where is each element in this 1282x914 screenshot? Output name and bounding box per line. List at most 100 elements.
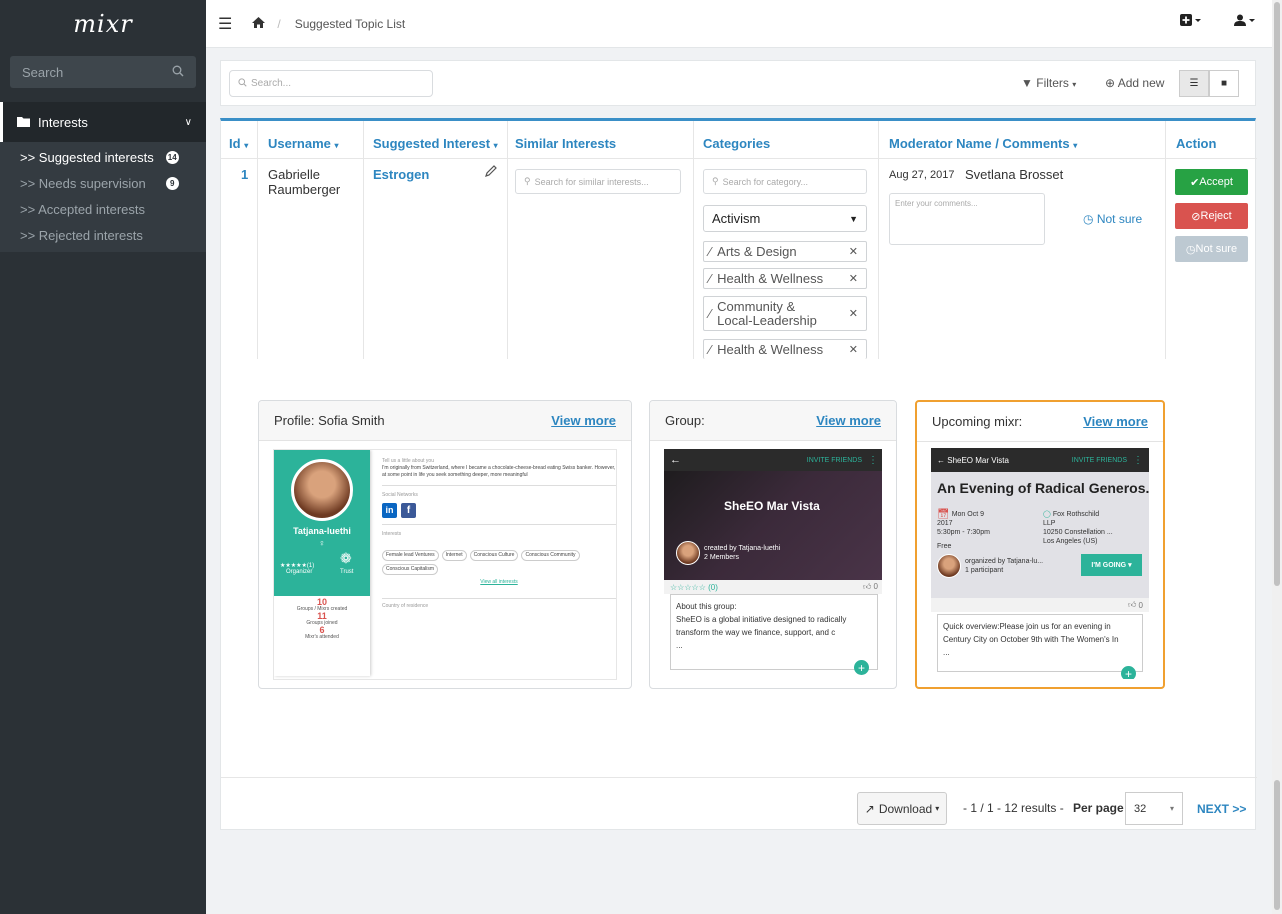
pencil-icon[interactable] — [485, 165, 497, 180]
per-page-select[interactable]: 32 ▾ — [1125, 792, 1183, 825]
calendar-icon: 📅︎ — [937, 509, 950, 520]
trust-label: Trust — [340, 569, 354, 575]
not-sure-button[interactable]: ◷ Not sure — [1175, 236, 1248, 262]
interest-chip: Female lead Ventures — [382, 550, 439, 561]
home-icon[interactable] — [252, 16, 266, 31]
similar-interests-search[interactable]: ⚲ Search for similar interests... — [515, 169, 681, 194]
list-view-button[interactable]: ☰ — [1179, 70, 1209, 97]
grid-view-button[interactable]: ■ — [1209, 70, 1239, 97]
sidebar-group-label: Interests — [38, 114, 88, 130]
group-rating: ☆☆☆☆☆ (0) — [670, 582, 718, 592]
remove-icon[interactable]: ✕ — [849, 272, 858, 285]
page-scrollbar[interactable] — [1272, 0, 1282, 914]
back-arrow-icon[interactable]: ← — [670, 454, 681, 466]
remove-icon[interactable]: ✕ — [849, 245, 858, 258]
add-icon[interactable]: + — [1121, 666, 1136, 679]
not-sure-link[interactable]: ◷ Not sure — [1083, 212, 1142, 226]
back-arrow-icon[interactable]: ← — [937, 456, 945, 465]
likes-count: 0 — [873, 582, 878, 591]
chevron-down-icon: ∨ — [184, 116, 192, 128]
search-icon[interactable] — [172, 65, 184, 80]
remove-icon[interactable]: ✕ — [849, 343, 858, 356]
invite-friends-button[interactable]: INVITE FRIENDS — [807, 457, 862, 464]
about-group-label: About this group: — [676, 602, 737, 611]
category-tag[interactable]: ∕ Health & Wellness ✕ — [703, 268, 867, 289]
thumbs-up-icon[interactable]: 👍︎ — [1128, 600, 1136, 610]
row-interest[interactable]: Estrogen — [373, 167, 429, 182]
category-select[interactable]: Activism ▼ — [703, 205, 867, 232]
sidebar-search-placeholder: Search — [22, 64, 64, 80]
tag-label: Local-Leadership — [717, 312, 817, 328]
reject-button[interactable]: ⊘ Reject — [1175, 203, 1248, 229]
not-sure-label: Not sure — [1096, 212, 1143, 226]
view-more-link[interactable]: View more — [816, 413, 881, 428]
organizer-label: Organizer — [286, 569, 313, 575]
interests-label: Interests — [382, 531, 402, 537]
sidebar-item-accepted[interactable]: >> Accepted interests — [0, 196, 206, 222]
stat-value: 6 — [319, 625, 325, 635]
filters-button[interactable]: ▼ Filters ▾ — [1021, 76, 1076, 90]
profile-rating: ★★★★★(1) — [280, 563, 315, 569]
ellipsis: ... — [943, 648, 950, 657]
tag-label: Health & Wellness — [717, 342, 824, 357]
sidebar-item-suggested[interactable]: >> Suggested interests 14 — [0, 144, 206, 170]
about-label: Tell us a little about you — [382, 458, 434, 464]
header-action: Action — [1176, 136, 1217, 151]
more-icon[interactable]: ⋮ — [868, 455, 878, 466]
header-username[interactable]: Username ▾ — [268, 136, 339, 151]
more-icon[interactable]: ⋮ — [1133, 455, 1143, 466]
header-suggested-interest[interactable]: Suggested Interest ▾ — [373, 136, 498, 151]
download-button[interactable]: ↗ Download ▾ — [857, 792, 947, 825]
category-tag[interactable]: ∕ Health & Wellness ✕ — [703, 339, 867, 359]
caret-down-icon: ▾ — [1128, 562, 1132, 569]
sidebar-item-rejected[interactable]: >> Rejected interests — [0, 222, 206, 248]
accept-label: Accept — [1199, 176, 1233, 188]
sidebar-item-needs-supervision[interactable]: >> Needs supervision 9 — [0, 170, 206, 196]
breadcrumb[interactable]: Suggested Topic List — [295, 17, 406, 31]
download-label: Download — [878, 801, 933, 816]
remove-icon[interactable]: ✕ — [849, 307, 858, 320]
card-title: Profile: Sofia Smith — [274, 413, 385, 428]
search-input[interactable]: Search... — [229, 70, 433, 97]
add-menu-icon[interactable] — [1180, 14, 1202, 29]
event-venue: Fox Rothschild LLP — [1043, 511, 1100, 527]
menu-toggle-icon[interactable]: ☰ — [218, 14, 232, 34]
card-title: Group: — [665, 413, 705, 428]
invite-friends-button[interactable]: INVITE FRIENDS — [1072, 457, 1127, 464]
stat-value: 11 — [317, 611, 327, 621]
next-page-link[interactable]: NEXT >> — [1197, 802, 1246, 816]
pencil-icon[interactable]: ∕ — [709, 342, 711, 357]
category-tag[interactable]: ∕ Arts & Design ✕ — [703, 241, 867, 262]
sidebar-item-label: >> Suggested interests — [20, 149, 154, 165]
pencil-icon[interactable]: ∕ — [709, 244, 711, 259]
count-badge: 14 — [165, 150, 179, 164]
facebook-icon[interactable]: f — [401, 503, 416, 518]
scrollbar-thumb[interactable] — [1274, 780, 1280, 910]
im-going-button[interactable]: I'M GOING ▾ — [1081, 554, 1142, 576]
accept-button[interactable]: ✔ Accept — [1175, 169, 1248, 195]
view-more-link[interactable]: View more — [1083, 414, 1148, 429]
sidebar-item-label: >> Accepted interests — [20, 201, 146, 217]
thumbs-up-icon[interactable]: 👍︎ — [863, 582, 871, 591]
logo[interactable]: mixr — [0, 0, 206, 48]
sidebar-group-interests[interactable]: Interests ∨ — [0, 102, 206, 142]
user-menu-icon[interactable] — [1234, 14, 1256, 29]
pencil-icon[interactable]: ∕ — [709, 306, 711, 321]
topbar: ☰ / Suggested Topic List — [206, 0, 1282, 48]
upcoming-mixr-card: Upcoming mixr: View more ← SheEO Mar Vis… — [915, 400, 1165, 689]
scrollbar-thumb[interactable] — [1274, 2, 1280, 586]
card-title: Upcoming mixr: — [932, 414, 1023, 429]
header-moderator[interactable]: Moderator Name / Comments ▾ — [889, 136, 1077, 151]
add-icon[interactable]: + — [854, 660, 869, 675]
add-new-button[interactable]: ⊕ Add new — [1105, 76, 1164, 90]
view-more-link[interactable]: View more — [551, 413, 616, 428]
comment-textarea[interactable]: Enter your comments... — [889, 193, 1045, 245]
view-all-interests-link[interactable]: View all interests — [382, 579, 616, 586]
linkedin-icon[interactable]: in — [382, 503, 397, 518]
category-tag[interactable]: ∕ Community & Local-Leadership ✕ — [703, 296, 867, 331]
category-search[interactable]: ⚲ Search for category... — [703, 169, 867, 194]
pencil-icon[interactable]: ∕ — [709, 271, 711, 286]
header-id[interactable]: Id ▾ — [229, 136, 248, 151]
sidebar-search-input[interactable]: Search — [10, 56, 196, 88]
event-overview: Quick overview:Please join us for an eve… — [943, 622, 1119, 644]
